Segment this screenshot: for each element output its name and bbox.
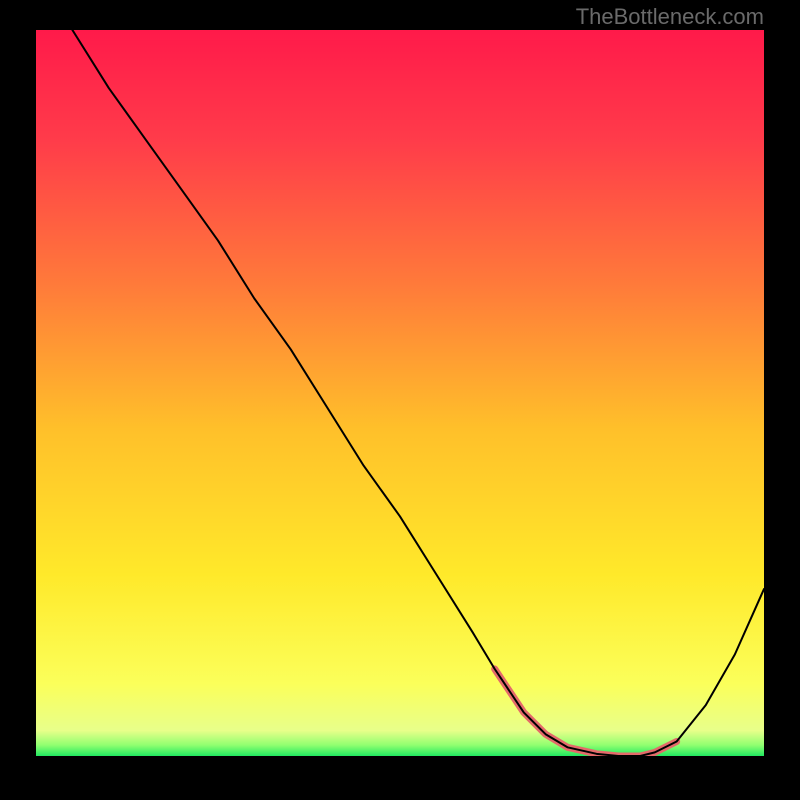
plot-area: [36, 30, 764, 756]
chart-frame: TheBottleneck.com: [0, 0, 800, 800]
chart-svg: [36, 30, 764, 756]
watermark-text: TheBottleneck.com: [576, 4, 764, 30]
